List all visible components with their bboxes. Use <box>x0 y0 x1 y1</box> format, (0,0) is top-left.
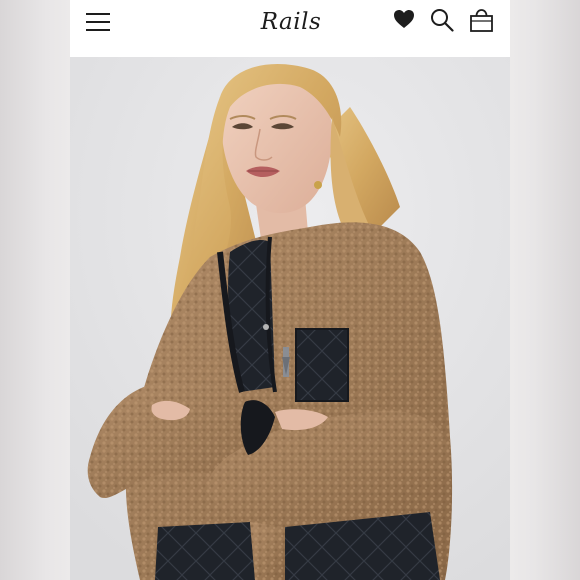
brand-logo[interactable]: Rails <box>256 4 326 40</box>
site-header: Rails <box>70 0 510 57</box>
search-icon[interactable] <box>430 8 454 32</box>
screenshot-frame: Rails <box>0 0 580 580</box>
menu-icon[interactable] <box>86 11 112 31</box>
bag-icon[interactable] <box>469 8 494 33</box>
heart-icon[interactable] <box>393 9 415 29</box>
product-hero-image[interactable] <box>70 57 510 580</box>
mobile-page: Rails <box>70 0 510 580</box>
